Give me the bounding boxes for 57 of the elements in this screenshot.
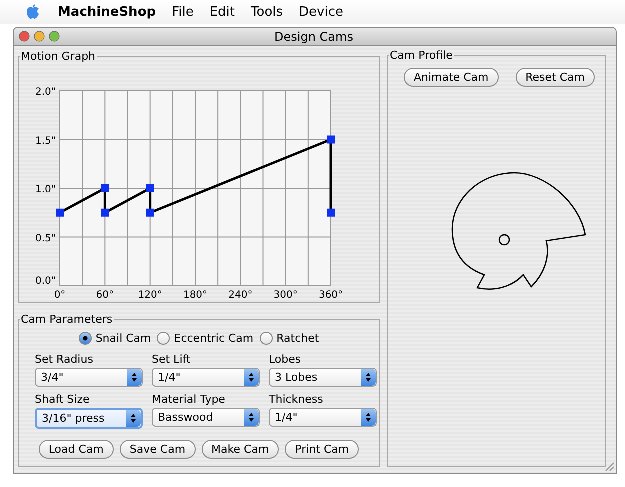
radio-button[interactable] <box>260 332 273 345</box>
cam-action-button[interactable]: Save Cam <box>120 440 196 459</box>
panel-title: Motion Graph <box>20 50 97 63</box>
dropdown[interactable]: 3/16" press <box>35 408 143 429</box>
x-tick-label: 180° <box>183 290 208 301</box>
radio-button[interactable] <box>78 332 92 345</box>
radio-label: Snail Cam <box>96 332 152 345</box>
field-label: Shaft Size <box>35 393 91 406</box>
stepper-arrows-icon <box>249 373 254 382</box>
x-tick-label: 120° <box>138 290 162 301</box>
dropdown[interactable]: 1/4" <box>269 408 377 427</box>
dropdown[interactable]: 3/4" <box>35 368 143 387</box>
resize-grip-icon[interactable] <box>605 462 615 472</box>
profile-button[interactable]: Animate Cam <box>404 68 499 87</box>
stepper-arrows-icon <box>132 373 137 382</box>
menu-item[interactable]: Edit <box>202 4 244 20</box>
profile-button[interactable]: Reset Cam <box>516 68 595 87</box>
field-label: Thickness <box>269 393 324 406</box>
menu-item[interactable]: File <box>164 4 202 20</box>
menu-item[interactable]: Device <box>291 4 352 20</box>
field-label: Set Lift <box>152 353 192 366</box>
y-tick-label: 0.5" <box>35 233 56 244</box>
radio-label: Eccentric Cam <box>174 332 254 345</box>
field-label: Material Type <box>152 393 226 406</box>
radio-label: Ratchet <box>276 332 320 345</box>
x-tick-label: 300° <box>274 290 298 301</box>
dropdown[interactable]: Basswood <box>152 408 260 427</box>
y-tick-label: 1.0" <box>35 184 56 196</box>
field-label: Set Radius <box>35 353 94 366</box>
panel-title: Cam Profile <box>389 49 454 62</box>
window-title: Design Cams <box>274 30 354 44</box>
cam-action-button[interactable]: Print Cam <box>285 440 360 459</box>
cam-action-button[interactable]: Make Cam <box>202 440 280 459</box>
x-tick-label: 360° <box>318 290 344 301</box>
x-tick-label: 0° <box>54 290 66 301</box>
control-point[interactable] <box>56 208 64 217</box>
y-tick-label: 2.0" <box>35 87 56 98</box>
stepper-arrows-icon <box>249 413 254 422</box>
dropdown[interactable]: 3 Lobes <box>269 368 377 387</box>
stepper-arrows-icon <box>366 373 371 382</box>
menu-item[interactable]: Tools <box>243 4 292 20</box>
field-label: Lobes <box>269 353 302 366</box>
app-menu[interactable]: MachineShop <box>50 4 164 20</box>
panel-title: Cam Parameters <box>20 313 114 326</box>
window-control-icon[interactable] <box>49 31 60 42</box>
x-tick-label: 60° <box>96 290 114 301</box>
apple-logo-icon[interactable] <box>26 4 40 20</box>
window-control-icon[interactable] <box>34 31 45 42</box>
x-tick-label: 240° <box>228 290 253 301</box>
cam-action-button[interactable]: Load Cam <box>38 440 114 459</box>
radio-button[interactable] <box>157 332 170 345</box>
y-tick-label: 1.5" <box>35 136 56 147</box>
y-tick-label: 0.0" <box>35 276 56 287</box>
stepper-arrows-icon <box>366 413 371 422</box>
stepper-arrows-icon <box>131 414 136 423</box>
dropdown[interactable]: 1/4" <box>152 368 260 387</box>
window-control-icon[interactable] <box>19 31 30 42</box>
